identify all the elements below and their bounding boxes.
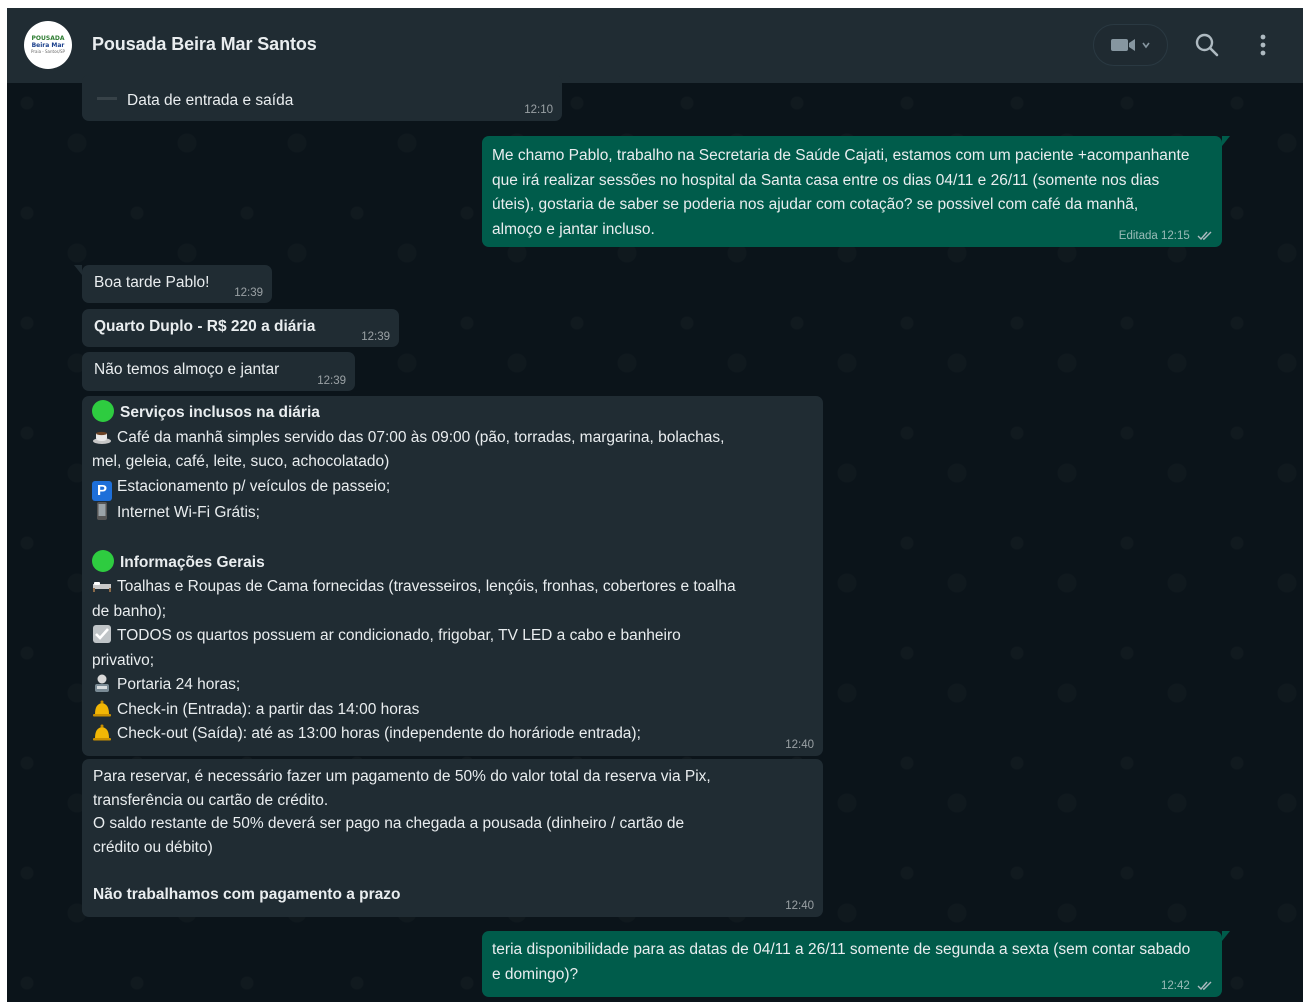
concierge-icon: [95, 674, 109, 692]
message-incoming[interactable]: Data de entrada e saída 12:10: [82, 75, 562, 121]
message-time: 12:39: [234, 287, 263, 299]
message-time: 12:15: [1161, 230, 1190, 242]
message-meta: Editada 12:15: [1119, 229, 1213, 243]
quote-dash: [97, 97, 117, 100]
bubble-tail: [74, 265, 82, 275]
message-text: Para reservar, é necessário fazer um pag…: [93, 768, 711, 785]
message-text: Data de entrada e saída: [127, 92, 294, 109]
bubble-tail: [1222, 931, 1230, 941]
message-time: 12:40: [785, 739, 814, 751]
video-call-button[interactable]: [1093, 24, 1168, 66]
section-title: Serviços inclusos na diária: [92, 400, 813, 426]
info-line: TODOS os quartos possuem ar condicionado…: [92, 624, 813, 649]
contact-avatar[interactable]: POUSADA Beira Mar Praia - Santos/SP: [24, 21, 72, 69]
bed-icon: [93, 582, 111, 592]
info-line: Check-out (Saída): até as 13:00 horas (i…: [92, 722, 813, 747]
read-ticks-icon: [1197, 981, 1212, 990]
message-time: 12:39: [361, 331, 390, 343]
info-line: mel, geleia, café, leite, suco, achocola…: [92, 453, 390, 470]
message-meta: 12:42: [1161, 979, 1213, 993]
chat-header: POUSADA Beira Mar Praia - Santos/SP Pous…: [7, 8, 1303, 83]
message-time: 12:10: [524, 104, 553, 116]
edited-label: Editada: [1118, 230, 1158, 242]
bell-icon: [93, 700, 111, 716]
info-line: Café da manhã simples servido das 07:00 …: [92, 426, 813, 451]
message-text: Me chamo Pablo, trabalho na Secretaria d…: [492, 147, 1190, 238]
message-text: Boa tarde Pablo!: [94, 274, 210, 291]
menu-icon[interactable]: [1259, 32, 1267, 58]
parking-icon: P: [92, 480, 112, 501]
message-time: 12:39: [317, 375, 346, 387]
info-line: privativo;: [92, 651, 155, 669]
check-box-icon: [93, 625, 111, 643]
section-title: Informações Gerais: [92, 549, 813, 576]
message-incoming[interactable]: Serviços inclusos na diária Café da manh…: [82, 396, 823, 756]
message-outgoing[interactable]: Me chamo Pablo, trabalho na Secretaria d…: [482, 136, 1230, 247]
search-icon[interactable]: [1194, 32, 1220, 58]
avatar-text-3: Praia - Santos/SP: [31, 49, 65, 54]
coffee-cup-icon: [93, 431, 111, 444]
message-incoming[interactable]: Quarto Duplo - R$ 220 a diária 12:39: [82, 309, 399, 347]
message-time: 12:40: [785, 900, 814, 912]
chevron-down-icon: [1141, 42, 1150, 49]
bell-icon: [93, 724, 111, 741]
message-incoming[interactable]: Boa tarde Pablo! 12:39: [74, 265, 272, 303]
message-text: crédito ou débito): [93, 838, 213, 856]
whatsapp-window: POUSADA Beira Mar Praia - Santos/SP Pous…: [7, 8, 1303, 1002]
bubble-tail: [1222, 136, 1230, 146]
contact-name[interactable]: Pousada Beira Mar Santos: [92, 34, 317, 55]
message-text: Não trabalhamos com pagamento a prazo: [93, 885, 401, 903]
info-line: P Estacionamento p/ veículos de passeio;: [92, 475, 813, 501]
message-text: Não temos almoço e jantar: [94, 361, 280, 378]
read-ticks-icon: [1197, 231, 1212, 240]
message-incoming[interactable]: Não temos almoço e jantar 12:39: [82, 352, 355, 391]
message-time: 12:42: [1161, 980, 1190, 992]
message-text: teria disponibilidade para as datas de 0…: [492, 941, 1191, 983]
green-circle-icon: [92, 549, 114, 572]
info-line: de banho);: [92, 602, 167, 620]
message-incoming[interactable]: Para reservar, é necessário fazer um pag…: [82, 759, 823, 917]
info-line: Toalhas e Roupas de Cama fornecidas (tra…: [92, 575, 813, 600]
message-outgoing[interactable]: teria disponibilidade para as datas de 0…: [482, 931, 1230, 997]
video-call-icon: [1110, 39, 1135, 51]
message-text: transferência ou cartão de crédito.: [93, 791, 329, 809]
info-line: Internet Wi-Fi Grátis;: [92, 501, 813, 526]
green-circle-icon: [92, 400, 114, 422]
mobile-phone-icon: [97, 501, 107, 520]
info-line: Check-in (Entrada): a partir das 14:00 h…: [92, 698, 813, 723]
message-text: Quarto Duplo - R$ 220 a diária: [94, 318, 316, 335]
message-text: O saldo restante de 50% deverá ser pago …: [93, 815, 685, 832]
info-line: Portaria 24 horas;: [92, 673, 813, 698]
